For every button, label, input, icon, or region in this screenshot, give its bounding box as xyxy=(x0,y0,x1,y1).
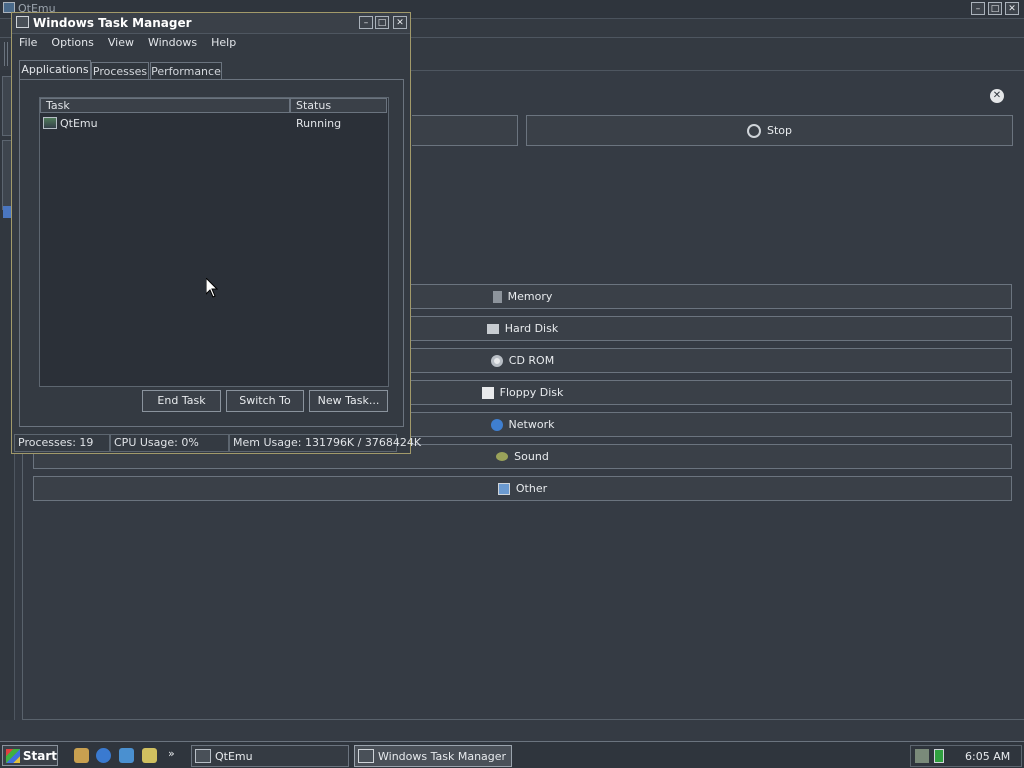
taskbar: Start » QtEmu Windows Task Manager 6:05 … xyxy=(0,741,1024,768)
end-task-button[interactable]: End Task xyxy=(142,390,221,412)
table-row[interactable]: QtEmu Running xyxy=(40,115,388,131)
taskbar-item-task-manager[interactable]: Windows Task Manager xyxy=(354,745,512,767)
close-button[interactable]: ✕ xyxy=(393,16,407,29)
network-tray-icon[interactable] xyxy=(915,749,929,763)
menu-windows[interactable]: Windows xyxy=(141,34,204,52)
windows-logo-icon xyxy=(6,748,20,763)
side-tab-indicator xyxy=(3,206,11,218)
network-icon xyxy=(490,418,503,431)
tab-applications[interactable]: Applications xyxy=(19,60,91,80)
quicklaunch-outlook-icon[interactable] xyxy=(74,748,89,763)
other-label: Other xyxy=(515,482,548,495)
menu-file[interactable]: File xyxy=(12,34,44,52)
stop-label: Stop xyxy=(766,124,792,137)
quicklaunch-desktop-icon[interactable] xyxy=(119,748,134,763)
stop-button[interactable]: Stop xyxy=(526,115,1013,146)
task-list-header: Task Status xyxy=(40,98,388,114)
task-manager-taskbar-icon xyxy=(358,749,374,763)
maximize-button[interactable]: □ xyxy=(375,16,389,29)
start-label: Start xyxy=(22,748,57,763)
sound-label: Sound xyxy=(514,450,549,463)
qtemu-task-icon xyxy=(43,117,57,129)
cd-rom-icon xyxy=(490,354,503,367)
new-task-button[interactable]: New Task... xyxy=(309,390,388,412)
switch-to-button[interactable]: Switch To xyxy=(226,390,304,412)
memory-label: Memory xyxy=(507,290,553,303)
other-icon xyxy=(497,482,510,495)
processes-count: Processes: 19 xyxy=(14,434,110,452)
minimize-button[interactable]: – xyxy=(359,16,373,29)
column-status[interactable]: Status xyxy=(290,98,387,113)
cd-rom-label: CD ROM xyxy=(508,354,555,367)
task-manager-icon xyxy=(16,16,29,28)
qtemu-taskbar-icon xyxy=(195,749,211,763)
quicklaunch-explorer-icon[interactable] xyxy=(142,748,157,763)
qtemu-minimize-button[interactable]: – xyxy=(971,2,985,15)
close-vm-icon[interactable]: ✕ xyxy=(990,89,1004,103)
task-manager-title: Windows Task Manager xyxy=(33,16,192,30)
stop-icon xyxy=(746,123,761,138)
hard-disk-icon xyxy=(486,323,499,334)
quicklaunch-ie-icon[interactable] xyxy=(96,748,111,763)
other-button[interactable]: Other xyxy=(33,476,1012,501)
menu-help[interactable]: Help xyxy=(204,34,243,52)
hard-disk-label: Hard Disk xyxy=(504,322,559,335)
qtemu-close-button[interactable]: ✕ xyxy=(1005,2,1019,15)
task-manager-titlebar[interactable]: Windows Task Manager – □ ✕ xyxy=(12,13,410,34)
task-manager-menubar: File Options View Windows Help xyxy=(12,34,410,52)
start-vm-button[interactable] xyxy=(412,115,518,146)
quicklaunch-overflow-icon[interactable]: » xyxy=(168,747,175,760)
memory-icon xyxy=(492,290,502,303)
task-status: Running xyxy=(296,116,342,130)
task-manager-window: Windows Task Manager – □ ✕ File Options … xyxy=(11,12,421,454)
battery-tray-icon[interactable] xyxy=(934,749,944,763)
task-manager-statusbar: Processes: 19 CPU Usage: 0% Mem Usage: 1… xyxy=(14,434,421,452)
qtemu-maximize-button[interactable]: □ xyxy=(988,2,1002,15)
task-list[interactable]: Task Status QtEmu Running xyxy=(39,97,389,387)
start-button[interactable]: Start xyxy=(2,745,58,766)
taskbar-item-label: Windows Task Manager xyxy=(378,749,507,763)
menu-options[interactable]: Options xyxy=(44,34,100,52)
cpu-usage: CPU Usage: 0% xyxy=(110,434,229,452)
column-task[interactable]: Task xyxy=(40,98,290,113)
floppy-disk-label: Floppy Disk xyxy=(499,386,564,399)
floppy-disk-icon xyxy=(481,386,494,399)
clock[interactable]: 6:05 AM xyxy=(965,750,1010,763)
menu-view[interactable]: View xyxy=(101,34,141,52)
tab-performance[interactable]: Performance xyxy=(150,62,222,80)
tab-processes[interactable]: Processes xyxy=(91,62,149,80)
mem-usage: Mem Usage: 131796K / 3768424K xyxy=(229,434,421,452)
taskbar-item-qtemu[interactable]: QtEmu xyxy=(191,745,349,767)
mouse-cursor-icon xyxy=(206,278,218,298)
toolbar-handle[interactable] xyxy=(4,42,8,66)
sound-icon xyxy=(496,452,509,461)
network-label: Network xyxy=(508,418,555,431)
task-name: QtEmu xyxy=(60,116,98,130)
resize-grip[interactable] xyxy=(397,434,410,452)
taskbar-item-label: QtEmu xyxy=(215,749,253,763)
